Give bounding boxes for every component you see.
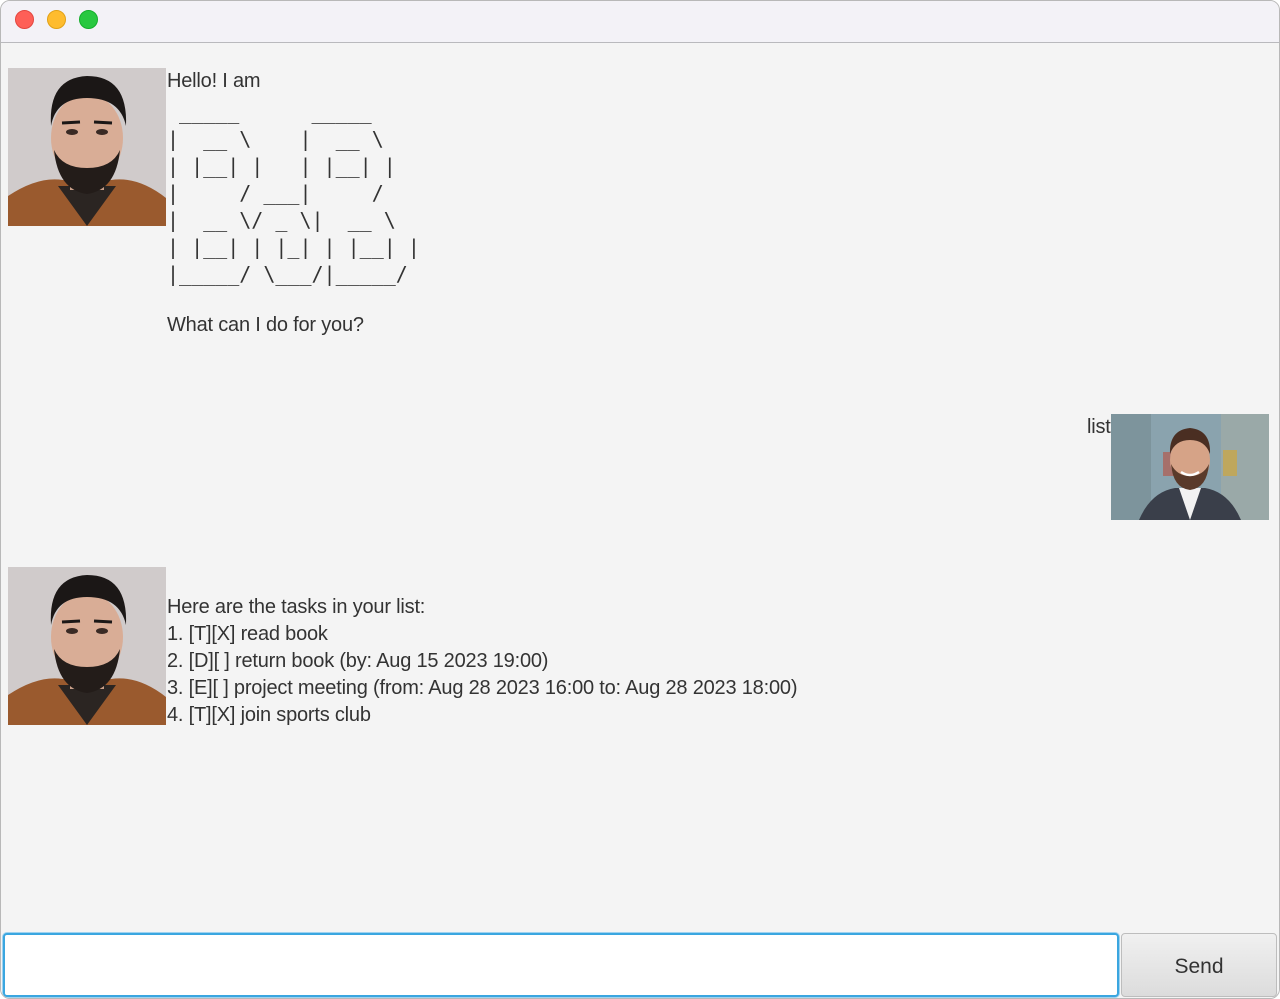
bot-avatar [8,567,166,725]
bearded-man-brown-jacket-icon [8,567,166,725]
task-list-header: Here are the tasks in your list: [167,596,426,618]
send-button[interactable]: Send [1121,933,1277,997]
bot-greeting-text: Hello! I am [167,70,261,92]
close-window-button[interactable] [15,10,34,29]
task-list-item: 4. [T][X] join sports club [167,704,371,726]
task-list-item: 3. [E][ ] project meeting (from: Aug 28 … [167,677,798,699]
smiling-man-suit-icon [1111,414,1269,520]
dialog-container[interactable]: Hello! I am _____ _____ | __ \ | __ \ | … [1,43,1279,931]
bot-question-text: What can I do for you? [167,314,364,336]
task-list-item: 2. [D][ ] return book (by: Aug 15 2023 1… [167,650,549,672]
user-input-field[interactable] [3,933,1119,997]
user-message-text: list [1087,416,1111,438]
app-window: Hello! I am _____ _____ | __ \ | __ \ | … [0,0,1280,999]
user-avatar [1111,414,1269,520]
minimize-window-button[interactable] [47,10,66,29]
bot-avatar [8,68,166,226]
maximize-window-button[interactable] [79,10,98,29]
title-bar [1,1,1279,43]
input-bar: Send [1,931,1279,998]
bot-ascii-logo: _____ _____ | __ \ | __ \ | |__| | | |__… [167,100,420,286]
task-list-item: 1. [T][X] read book [167,623,328,645]
bearded-man-brown-jacket-icon [8,68,166,226]
